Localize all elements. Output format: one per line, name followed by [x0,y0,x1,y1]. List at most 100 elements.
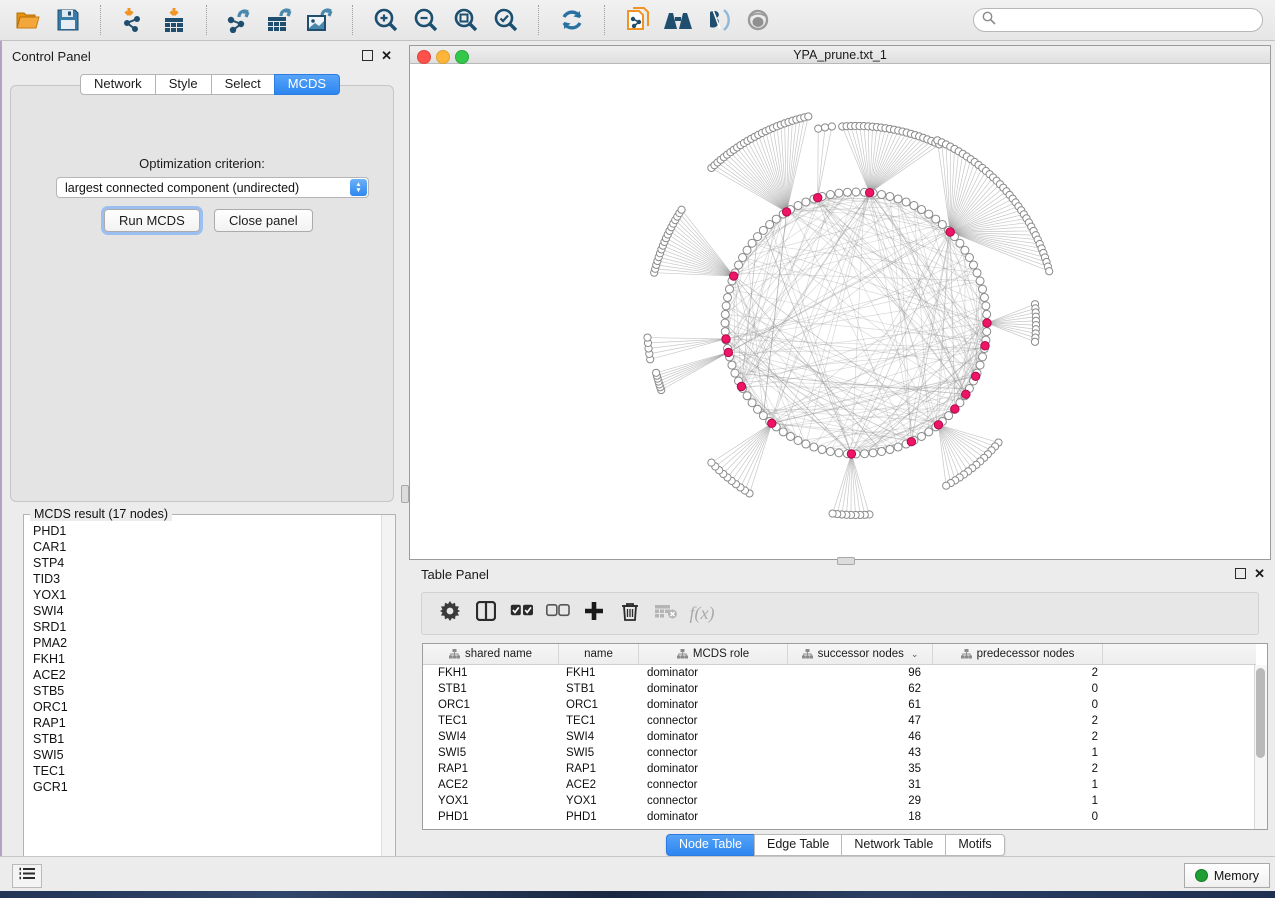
close-icon[interactable]: ✕ [381,50,392,61]
binoculars-button[interactable] [658,3,698,37]
control-panel-tabs: Network Style Select MCDS [80,74,340,95]
mcds-result-item[interactable]: SWI4 [33,603,385,619]
table-cell: 62 [788,681,933,697]
column-header-successor-nodes[interactable]: successor nodes ⌄ [788,644,933,664]
float-icon[interactable] [362,50,373,61]
memory-button[interactable]: Memory [1184,863,1270,888]
network-file-button[interactable] [618,3,658,37]
table-row[interactable]: RAP1RAP1dominator352 [423,761,1256,777]
table-row[interactable]: SWI5SWI5connector431 [423,745,1256,761]
table-row[interactable]: PHD1PHD1dominator180 [423,809,1256,825]
table-cell: 29 [788,793,933,809]
mcds-result-item[interactable]: TID3 [33,571,385,587]
tab-motifs[interactable]: Motifs [945,834,1004,856]
export-network-button[interactable] [220,3,260,37]
table-cell: SWI5 [559,745,639,761]
tab-network-table[interactable]: Network Table [841,834,946,856]
mcds-result-item[interactable]: STB1 [33,731,385,747]
mcds-result-item[interactable]: FKH1 [33,651,385,667]
splitter-grip[interactable] [401,485,409,503]
settings-gear-button[interactable] [432,596,468,632]
optimization-criterion-dropdown[interactable]: largest connected component (undirected)… [56,177,369,198]
mcds-result-item[interactable]: GCR1 [33,779,385,795]
mcds-result-scrollbar[interactable] [381,515,395,880]
search-input[interactable] [1001,12,1254,28]
mcds-result-item[interactable]: CAR1 [33,539,385,555]
table-cell: 18 [788,809,933,825]
tab-style[interactable]: Style [155,74,212,95]
table-cell: 47 [788,713,933,729]
column-header-predecessor-nodes[interactable]: predecessor nodes [933,644,1103,664]
export-image-button[interactable] [300,3,340,37]
tab-mcds[interactable]: MCDS [274,74,340,95]
columns-button[interactable] [468,596,504,632]
table-row[interactable]: ACE2ACE2connector311 [423,777,1256,793]
delete-button[interactable] [612,596,648,632]
tab-select[interactable]: Select [211,74,275,95]
import-table-button[interactable] [154,3,194,37]
table-row[interactable]: STB1STB1dominator620 [423,681,1256,697]
table-row[interactable]: FKH1FKH1dominator962 [423,665,1256,681]
tab-network[interactable]: Network [80,74,156,95]
zoom-in-button[interactable] [366,3,406,37]
mcds-result-item[interactable]: SWI5 [33,747,385,763]
save-button[interactable] [48,3,88,37]
zoom-out-button[interactable] [406,3,446,37]
table-cell: ACE2 [559,777,639,793]
table-cell: STB1 [559,681,639,697]
mcds-result-item[interactable]: RAP1 [33,715,385,731]
mcds-result-item[interactable]: YOX1 [33,587,385,603]
table-row[interactable]: YOX1YOX1connector291 [423,793,1256,809]
table-scrollbar[interactable] [1254,665,1267,829]
mcds-result-item[interactable]: PMA2 [33,635,385,651]
column-header-name[interactable]: name [559,644,639,664]
table-cell: YOX1 [423,793,559,809]
vertical-splitter[interactable] [400,45,409,856]
table-cell: 31 [788,777,933,793]
network-window: YPA_prune.txt_1 [409,45,1271,560]
open-button[interactable] [8,3,48,37]
list-button[interactable] [12,864,42,888]
import-network-button[interactable] [114,3,154,37]
export-table-button[interactable] [260,3,300,37]
column-header-mcds-role[interactable]: MCDS role [639,644,788,664]
table-row[interactable]: SWI4SWI4dominator462 [423,729,1256,745]
close-icon[interactable]: ✕ [1254,568,1265,579]
mcds-result-item[interactable]: STB5 [33,683,385,699]
scrollbar-thumb[interactable] [1256,668,1265,758]
mcds-result-item[interactable]: ACE2 [33,667,385,683]
run-mcds-button[interactable]: Run MCDS [104,209,200,232]
search-field[interactable] [973,8,1263,32]
tab-node-table[interactable]: Node Table [666,834,755,856]
table-row[interactable]: TEC1TEC1connector472 [423,713,1256,729]
network-titlebar[interactable]: YPA_prune.txt_1 [409,45,1271,64]
function-builder-button[interactable]: f(x) [684,596,720,632]
select-all-button[interactable] [504,596,540,632]
tab-edge-table[interactable]: Edge Table [754,834,842,856]
toolbar-separator [100,5,102,35]
network-canvas[interactable] [409,64,1271,560]
zoom-out-icon [413,7,439,33]
table-cell: 0 [933,809,1103,825]
mcds-result-item[interactable]: SRD1 [33,619,385,635]
memory-status-icon [1195,869,1208,882]
column-header-shared-name[interactable]: shared name [423,644,559,664]
mcds-result-item[interactable]: ORC1 [33,699,385,715]
zoom-fit-button[interactable] [446,3,486,37]
mcds-result-item[interactable]: TEC1 [33,763,385,779]
add-button[interactable] [576,596,612,632]
table-cell: PHD1 [423,809,559,825]
close-panel-button[interactable]: Close panel [214,209,313,232]
mcds-result-item[interactable]: PHD1 [33,523,385,539]
float-icon[interactable] [1235,568,1246,579]
delete-table-button[interactable] [648,596,684,632]
refresh-button[interactable] [552,3,592,37]
deselect-all-button[interactable] [540,596,576,632]
table-cell: SWI5 [423,745,559,761]
zoom-selected-button[interactable] [486,3,526,37]
eye-button[interactable] [738,3,778,37]
mcds-result-item[interactable]: STP4 [33,555,385,571]
visibility-button[interactable] [698,3,738,37]
table-row[interactable]: ORC1ORC1dominator610 [423,697,1256,713]
control-panel-titlebar: Control Panel ✕ [2,45,400,69]
